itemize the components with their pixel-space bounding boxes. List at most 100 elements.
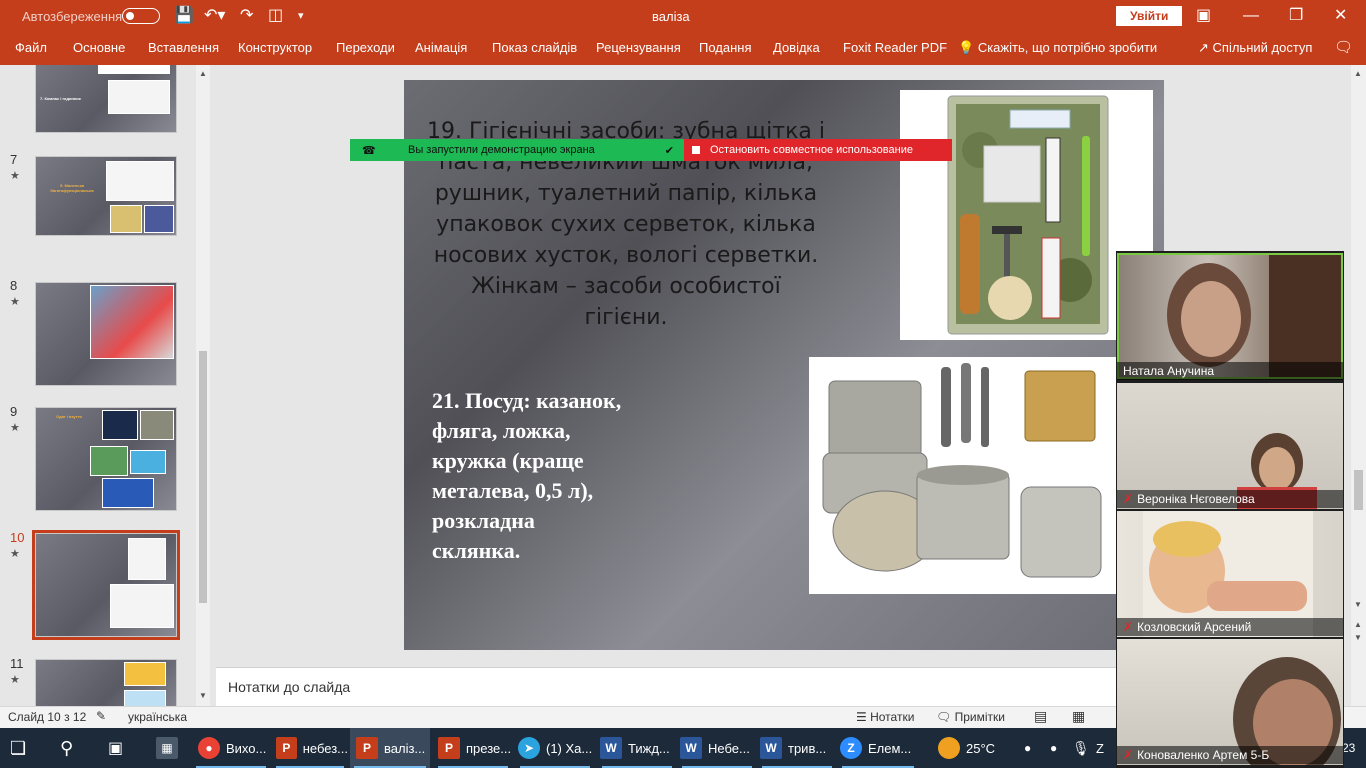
- tab-animations[interactable]: Анімація: [415, 40, 467, 55]
- present-icon[interactable]: ◫: [268, 0, 283, 32]
- participant-label: Натала Анучина: [1123, 364, 1215, 378]
- slide-scrollbar[interactable]: ▲ ▼ ▲ ▼: [1351, 65, 1366, 706]
- scrollbar-thumb[interactable]: [1354, 470, 1363, 510]
- normal-view-icon[interactable]: ▤: [1034, 708, 1047, 725]
- weather-temp: 25°C: [966, 740, 996, 756]
- tab-file[interactable]: Файл: [15, 40, 47, 55]
- undo-icon[interactable]: ↶▾: [204, 0, 225, 32]
- scrollbar-thumb[interactable]: [199, 351, 207, 603]
- start-button[interactable]: ❏: [10, 728, 26, 768]
- tab-insert[interactable]: Вставлення: [148, 40, 219, 55]
- tab-view[interactable]: Подання: [699, 40, 752, 55]
- close-icon[interactable]: ✕: [1334, 0, 1347, 32]
- taskbar-app-chrome[interactable]: ● Вихо...: [192, 728, 270, 768]
- stop-sharing-button[interactable]: Остановить совместное использование: [684, 139, 952, 161]
- notes-placeholder: Нотатки до слайда: [228, 679, 351, 695]
- text-line: розкладна: [432, 508, 535, 533]
- tab-design[interactable]: Конструктор: [238, 40, 312, 55]
- taskbar-app-word-2[interactable]: W Небе...: [678, 728, 756, 768]
- slide-dishes-text[interactable]: 21. Посуд: казанок, фляга, ложка, кружка…: [432, 386, 672, 566]
- thumb-image: [98, 65, 170, 74]
- first-aid-image: [90, 285, 174, 359]
- tell-me-search[interactable]: 💡 Скажіть, що потрібно зробити: [958, 40, 1157, 56]
- tab-home[interactable]: Основне: [73, 40, 125, 55]
- thumb-text-lines: [40, 540, 122, 576]
- maximize-icon[interactable]: ❐: [1289, 0, 1303, 32]
- scroll-up-icon[interactable]: ▲: [1351, 69, 1365, 78]
- taskbar-app-telegram[interactable]: ➤ (1) Ха...: [516, 728, 594, 768]
- login-button[interactable]: Увійти: [1116, 6, 1183, 26]
- taskbar-app-word-1[interactable]: W Тижд...: [598, 728, 676, 768]
- tray-zoom-icon[interactable]: Z: [1096, 728, 1104, 768]
- notes-pane[interactable]: Нотатки до слайда: [216, 667, 1116, 706]
- participant-label: Козловский Арсений: [1137, 620, 1252, 634]
- windows-icon: ❏: [10, 737, 27, 758]
- animation-star-icon: ★: [10, 296, 20, 308]
- text-line: кружка (краще: [432, 448, 584, 473]
- taskbar-app-word-3[interactable]: Wтрив...: [758, 728, 836, 768]
- taskbar-app-zoom[interactable]: Z Елем...: [838, 728, 918, 768]
- chrome-icon: ●: [198, 737, 220, 759]
- thumb-text: Одяг і взуття: [56, 414, 82, 419]
- slide-thumbnail-10[interactable]: [32, 530, 180, 640]
- slide-thumbnail-11[interactable]: [35, 659, 177, 706]
- slide-sorter-icon[interactable]: ▦: [1072, 708, 1085, 725]
- scroll-down-icon[interactable]: ▼: [196, 691, 210, 700]
- tray-chrome-icon[interactable]: ●: [1050, 728, 1057, 768]
- minimize-icon[interactable]: —: [1243, 0, 1259, 32]
- taskbar-app-ppt-2[interactable]: Pваліз...: [350, 728, 430, 768]
- share-button[interactable]: ↗ Спільний доступ: [1198, 40, 1312, 56]
- video-tile-1[interactable]: [1117, 253, 1343, 379]
- thumbnail-scrollbar[interactable]: ▲ ▼: [196, 65, 210, 706]
- clock[interactable]: 23: [1342, 728, 1355, 768]
- slide-number-10: 10: [10, 530, 25, 545]
- clothes-image: [102, 410, 138, 440]
- autosave-toggle[interactable]: [122, 8, 160, 24]
- weather-widget[interactable]: 25°C: [938, 728, 995, 768]
- slide-number-9: 9: [10, 404, 18, 419]
- comments-icon[interactable]: 🗨: [1334, 38, 1353, 56]
- tab-review[interactable]: Рецензування: [596, 40, 681, 55]
- word-icon: W: [600, 737, 622, 759]
- prev-slide-icon[interactable]: ▲: [1351, 620, 1365, 629]
- text-line: 21. Посуд: казанок,: [432, 388, 622, 413]
- next-slide-icon[interactable]: ▼: [1351, 633, 1365, 642]
- calculator-button[interactable]: ▦: [156, 728, 178, 768]
- tape-image: [110, 205, 142, 233]
- language-indicator[interactable]: українська: [128, 710, 187, 724]
- slide-number-11: 11: [10, 656, 24, 671]
- tell-me-label: Скажіть, що потрібно зробити: [977, 40, 1158, 55]
- search-button[interactable]: ⚲: [60, 728, 73, 768]
- task-view-button[interactable]: ▣: [108, 728, 123, 768]
- customize-qat-icon[interactable]: ▾: [298, 0, 304, 32]
- pin-icon[interactable]: ☎: [362, 144, 408, 157]
- title-bar: Автозбереження 💾 ↶▾ ↷ ◫ ▾ валіза Увійти …: [0, 0, 1366, 32]
- notes-button[interactable]: ☰ Нотатки: [856, 710, 914, 724]
- ribbon-display-icon[interactable]: ▣: [1196, 0, 1211, 32]
- redo-icon[interactable]: ↷: [240, 0, 253, 32]
- comments-button[interactable]: 🗨 Примітки: [936, 710, 1005, 724]
- save-icon[interactable]: 💾: [174, 0, 194, 32]
- tab-transitions[interactable]: Переходи: [336, 40, 395, 55]
- slide-thumbnail-7[interactable]: 5. Маленька багатофункціональна: [35, 156, 177, 236]
- boots-image: [140, 410, 174, 440]
- cookware-picture[interactable]: [809, 357, 1121, 594]
- tray-notification-icon[interactable]: ●: [1024, 728, 1031, 768]
- slide-thumbnail-8[interactable]: [35, 282, 177, 386]
- taskbar-app-ppt-3[interactable]: Pпрезе...: [434, 728, 512, 768]
- microphone-icon[interactable]: 🎙: [1072, 728, 1090, 768]
- slide-counter: Слайд 10 з 12: [8, 710, 87, 724]
- slide-thumbnail-6[interactable]: 7. Компас і годинник: [35, 65, 177, 133]
- spelling-icon[interactable]: ✎: [96, 709, 106, 723]
- scroll-up-icon[interactable]: ▲: [196, 69, 210, 78]
- participant-name-2: ✗ Вероніка Нєговелова: [1117, 490, 1343, 508]
- tab-slideshow[interactable]: Показ слайдів: [492, 40, 577, 55]
- scroll-down-icon[interactable]: ▼: [1351, 600, 1365, 609]
- taskbar-app-ppt-1[interactable]: Pнебез...: [272, 728, 348, 768]
- app-label: Елем...: [868, 740, 912, 756]
- slide-thumbnail-9[interactable]: Одяг і взуття: [35, 407, 177, 511]
- tab-help[interactable]: Довідка: [773, 40, 820, 55]
- tab-foxit[interactable]: Foxit Reader PDF: [843, 40, 947, 55]
- rope-image: [144, 205, 174, 233]
- slide-number-7: 7: [10, 152, 18, 167]
